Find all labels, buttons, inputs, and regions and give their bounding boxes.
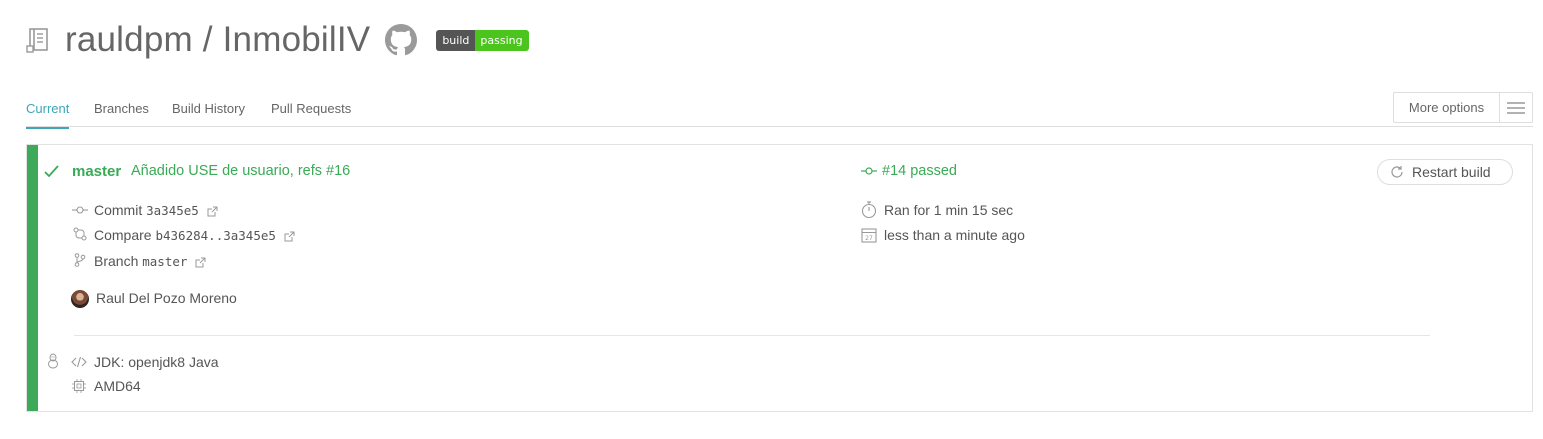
compare-range[interactable]: b436284..3a345e5: [155, 228, 275, 243]
jdk-info: JDK: openjdk8 Java: [94, 354, 219, 370]
branch-icon: [74, 253, 86, 267]
build-status-badge[interactable]: build passing: [436, 29, 529, 51]
tab-branches[interactable]: Branches: [94, 101, 149, 116]
build-card: master Añadido USE de usuario, refs #16 …: [26, 144, 1533, 412]
commit-sha[interactable]: 3a345e5: [146, 203, 199, 218]
commit-row: Commit 3a345e5: [94, 202, 218, 218]
build-branch[interactable]: master: [72, 163, 121, 180]
commit-icon: [861, 166, 877, 176]
badge-label: build: [436, 29, 476, 51]
github-icon[interactable]: [385, 24, 418, 56]
build-status-stripe: [27, 145, 38, 411]
restart-build-button[interactable]: Restart build: [1377, 159, 1513, 185]
restart-icon: [1390, 165, 1404, 179]
card-divider: [74, 335, 1430, 336]
stopwatch-icon: [861, 201, 877, 219]
tab-current[interactable]: Current: [26, 101, 70, 129]
commit-icon: [72, 205, 88, 215]
compare-icon: [73, 227, 87, 241]
build-duration: Ran for 1 min 15 sec: [884, 202, 1014, 218]
tab-build-history[interactable]: Build History: [172, 101, 245, 116]
cpu-icon: [72, 379, 86, 393]
external-link-icon[interactable]: [207, 206, 218, 217]
more-options-button[interactable]: More options: [1394, 93, 1500, 122]
build-finished: less than a minute ago: [884, 227, 1025, 243]
commit-message: Añadido USE de usuario, refs #16: [131, 163, 351, 179]
repo-header: rauldpm / InmobilIV build passing: [26, 20, 529, 60]
repo-tabs: Current Branches Build History Pull Requ…: [26, 91, 1533, 129]
arch-info: AMD64: [94, 378, 141, 394]
calendar-icon: 27: [861, 227, 877, 243]
external-link-icon[interactable]: [195, 257, 206, 268]
branch-row: Branch master: [94, 253, 206, 269]
svg-text:27: 27: [865, 235, 873, 242]
branch-label: Branch: [94, 253, 139, 269]
restart-build-label: Restart build: [1412, 164, 1491, 180]
repo-icon: [26, 26, 50, 54]
repo-title[interactable]: rauldpm / InmobilIV: [65, 20, 370, 60]
build-number[interactable]: #14 passed: [882, 163, 957, 179]
compare-row: Compare b436284..3a345e5: [94, 227, 295, 243]
branch-name[interactable]: master: [142, 254, 187, 269]
tab-pull-requests[interactable]: Pull Requests: [271, 101, 351, 116]
more-options-dropdown[interactable]: More options: [1393, 92, 1533, 123]
hamburger-icon[interactable]: [1500, 93, 1532, 122]
code-icon: [71, 356, 87, 368]
author-name: Raul Del Pozo Moreno: [96, 290, 237, 306]
badge-status: passing: [475, 29, 529, 51]
avatar: [71, 290, 89, 308]
check-icon: [44, 165, 59, 178]
commit-label: Commit: [94, 202, 143, 218]
linux-icon: [47, 353, 59, 369]
compare-label: Compare: [94, 227, 152, 243]
external-link-icon[interactable]: [284, 231, 295, 242]
